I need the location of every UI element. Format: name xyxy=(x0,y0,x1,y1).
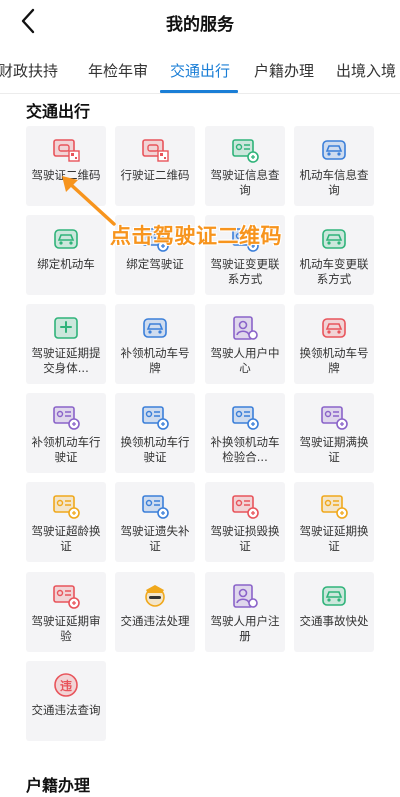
plate-exchange-icon xyxy=(319,313,349,343)
header-bar: 我的服务 xyxy=(0,0,400,44)
service-tile[interactable]: 驾驶证遗失补证 xyxy=(115,482,195,562)
tab-exit-entry[interactable]: 出境入境 xyxy=(336,60,396,81)
car-contact-icon xyxy=(319,224,349,254)
service-tile-label: 换领机动车号牌 xyxy=(299,346,369,375)
service-tile[interactable]: 驾驶证延期提交身体... xyxy=(26,304,106,384)
service-tile-label: 驾驶证信息查询 xyxy=(210,168,280,197)
plate-reissue-icon xyxy=(140,313,170,343)
service-tile-label: 驾驶证损毁换证 xyxy=(210,524,280,553)
service-tile[interactable]: 换领机动车号牌 xyxy=(294,304,374,384)
service-tile[interactable]: 补换领机动车检验合... xyxy=(205,393,285,473)
service-tile-label: 机动车变更联系方式 xyxy=(299,257,369,286)
license-extend-icon xyxy=(319,491,349,521)
service-tile[interactable]: 换领机动车行驶证 xyxy=(115,393,195,473)
service-tile[interactable]: 驾驶证延期换证 xyxy=(294,482,374,562)
driver-license-qr-icon xyxy=(51,135,81,165)
tab-annual-inspection[interactable]: 年检年审 xyxy=(88,60,148,81)
service-tile-label: 绑定机动车 xyxy=(37,257,95,271)
violation-query-icon: 违 xyxy=(51,670,81,700)
page-title: 我的服务 xyxy=(166,15,234,35)
annotation-arrow-icon xyxy=(62,176,116,226)
driver-register-icon xyxy=(230,581,260,611)
license-damaged-icon xyxy=(230,491,260,521)
service-tile-label: 驾驶人用户注册 xyxy=(210,614,280,643)
license-info-icon xyxy=(230,135,260,165)
service-tile-label: 驾驶证期满换证 xyxy=(299,435,369,464)
service-tile[interactable]: 驾驶证损毁换证 xyxy=(205,482,285,562)
service-tile[interactable]: 机动车变更联系方式 xyxy=(294,215,374,295)
section-title-household: 户籍办理 xyxy=(26,776,91,795)
service-tile[interactable]: 驾驶证信息查询 xyxy=(205,126,285,206)
service-tile[interactable]: 驾驶证延期审验 xyxy=(26,572,106,652)
service-tile-label: 交通违法查询 xyxy=(31,703,101,717)
tab-household[interactable]: 户籍办理 xyxy=(254,60,314,81)
license-expire-icon xyxy=(319,402,349,432)
service-tile-label: 交通违法处理 xyxy=(120,614,190,628)
service-tile[interactable]: 驾驶证超龄换证 xyxy=(26,482,106,562)
accident-icon xyxy=(319,581,349,611)
service-tile-label: 补领机动车行驶证 xyxy=(31,435,101,464)
medical-icon xyxy=(51,313,81,343)
tabs-divider xyxy=(0,93,400,94)
vehicle-license-reissue-icon xyxy=(51,402,81,432)
service-tile-label: 绑定驾驶证 xyxy=(126,257,184,271)
service-tile-label: 驾驶证遗失补证 xyxy=(120,524,190,553)
service-tile-label: 交通事故快处 xyxy=(299,614,369,628)
section-title-traffic: 交通出行 xyxy=(26,102,91,121)
service-tile[interactable]: 驾驶人用户中心 xyxy=(205,304,285,384)
tab-finance[interactable]: 财政扶持 xyxy=(0,60,58,81)
inspection-cert-icon xyxy=(230,402,260,432)
bind-car-icon xyxy=(51,224,81,254)
service-tile-label: 驾驶证延期提交身体... xyxy=(31,346,101,375)
vehicle-license-qr-icon xyxy=(140,135,170,165)
police-officer-icon xyxy=(140,581,170,611)
service-tile-label: 驾驶证变更联系方式 xyxy=(210,257,280,286)
service-tile[interactable]: 行驶证二维码 xyxy=(115,126,195,206)
service-tile-label: 驾驶人用户中心 xyxy=(210,346,280,375)
service-tile[interactable]: 补领机动车号牌 xyxy=(115,304,195,384)
service-tile-label: 机动车信息查询 xyxy=(299,168,369,197)
service-tile[interactable]: 交通违法处理 xyxy=(115,572,195,652)
service-tile-label: 驾驶证超龄换证 xyxy=(31,524,101,553)
category-tabs: 财政扶持 年检年审 交通出行 户籍办理 出境入境 xyxy=(0,52,400,96)
service-tile[interactable]: 驾驶证期满换证 xyxy=(294,393,374,473)
service-tile[interactable]: 补领机动车行驶证 xyxy=(26,393,106,473)
annotation-label: 点击驾驶证二维码 xyxy=(110,224,282,248)
license-lost-icon xyxy=(140,491,170,521)
service-tile-label: 补换领机动车检验合... xyxy=(210,435,280,464)
service-tile[interactable]: 违交通违法查询 xyxy=(26,661,106,741)
car-search-icon xyxy=(319,135,349,165)
service-tile-label: 补领机动车号牌 xyxy=(120,346,190,375)
service-tile[interactable]: 交通事故快处 xyxy=(294,572,374,652)
service-tile[interactable]: 驾驶人用户注册 xyxy=(205,572,285,652)
license-overage-icon xyxy=(51,491,81,521)
svg-text:违: 违 xyxy=(60,678,72,693)
service-tile-label: 驾驶证延期审验 xyxy=(31,614,101,643)
driver-user-center-icon xyxy=(230,313,260,343)
service-tile-label: 换领机动车行驶证 xyxy=(120,435,190,464)
service-tile[interactable]: 机动车信息查询 xyxy=(294,126,374,206)
vehicle-license-exchange-icon xyxy=(140,402,170,432)
license-review-icon xyxy=(51,581,81,611)
tab-traffic[interactable]: 交通出行 xyxy=(170,60,230,81)
service-tile-label: 行驶证二维码 xyxy=(120,168,190,182)
service-tile-label: 驾驶证延期换证 xyxy=(299,524,369,553)
